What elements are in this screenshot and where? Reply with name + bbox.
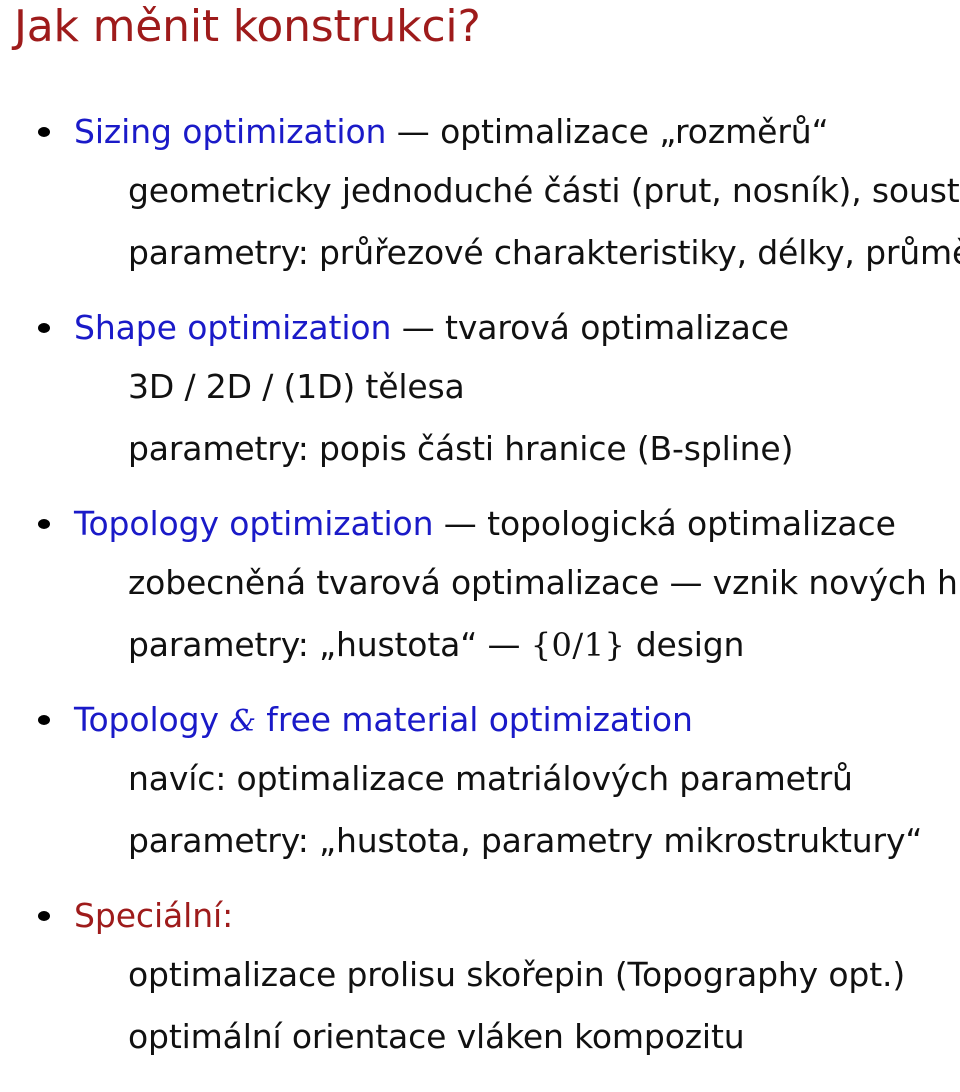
sub-line: 3D / 2D / (1D) tělesa [128,367,465,406]
sub-line: optimalizace prolisu skořepin (Topograph… [128,955,906,994]
bullet-dot-icon [38,127,50,137]
bullet-item-shape-optimization: Shape optimization — tvarová optimalizac… [0,300,960,356]
bullet-label-shape-optimization: Shape optimization [74,308,392,347]
sub-line-suffix: design [625,625,745,664]
bullet-dot-icon [38,715,50,725]
bullet-group-special: Speciální: optimalizace prolisu skořepin… [0,888,960,1068]
bullet-dot-icon [38,519,50,529]
sub-line: parametry: „hustota, parametry mikrostru… [128,821,923,860]
sub-line: optimální orientace vláken kompozitu [128,1017,745,1056]
sub-line-with-math: parametry: „hustota“ — {0/1} design [0,614,960,676]
bullet-list: Sizing optimization — optimalizace „rozm… [0,104,960,1068]
bullet-label-sizing-optimization: Sizing optimization [74,112,387,151]
bullet-tail-topology-optimization: topologická optimalizace [487,504,896,543]
bullet-group-sizing-optimization: Sizing optimization — optimalizace „rozm… [0,104,960,284]
math-set-zero-one: {0/1} [530,626,626,664]
sub-line: navíc: optimalizace matriálových paramet… [128,759,853,798]
bullet-label-free-material-optimization: free material optimization [255,700,693,739]
bullet-label-topology-optimization: Topology optimization [74,504,434,543]
bullet-item-sizing-optimization: Sizing optimization — optimalizace „rozm… [0,104,960,160]
bullet-group-shape-optimization: Shape optimization — tvarová optimalizac… [0,300,960,480]
sub-line-text: parametry: průřezové charakteristiky, dé… [128,233,960,272]
sub-line: parametry: průřezové charakteristiky, dé… [0,222,960,284]
bullet-dash: — [391,308,446,347]
bullet-item-topology-free-material-optimization: Topology & free material optimization [0,692,960,748]
bullet-group-topology-free-material-optimization: Topology & free material optimization na… [0,692,960,872]
bullet-dot-icon [38,323,50,333]
bullet-item-topology-optimization: Topology optimization — topologická opti… [0,496,960,552]
bullet-group-topology-optimization: Topology optimization — topologická opti… [0,496,960,676]
ampersand-glyph: & [229,704,256,739]
bullet-dash: — [433,504,488,543]
sub-line: zobecněná tvarová optimalizace — vznik n… [128,563,960,602]
bullet-dash: — [386,112,441,151]
bullet-label-special: Speciální: [74,896,234,935]
bullet-dot-icon [38,911,50,921]
sub-line: parametry: popis části hranice (B-spline… [128,429,794,468]
sub-line: geometricky jednoduché části (prut, nosn… [128,171,960,210]
bullet-item-special: Speciální: [0,888,960,944]
page-title: Jak měnit konstrukci? [14,1,481,52]
bullet-tail-shape-optimization: tvarová optimalizace [445,308,789,347]
bullet-tail-sizing-optimization: optimalizace „rozměrů“ [440,112,829,151]
sub-line-prefix: parametry: „hustota“ — [128,625,531,664]
bullet-label-topology: Topology [74,700,230,739]
